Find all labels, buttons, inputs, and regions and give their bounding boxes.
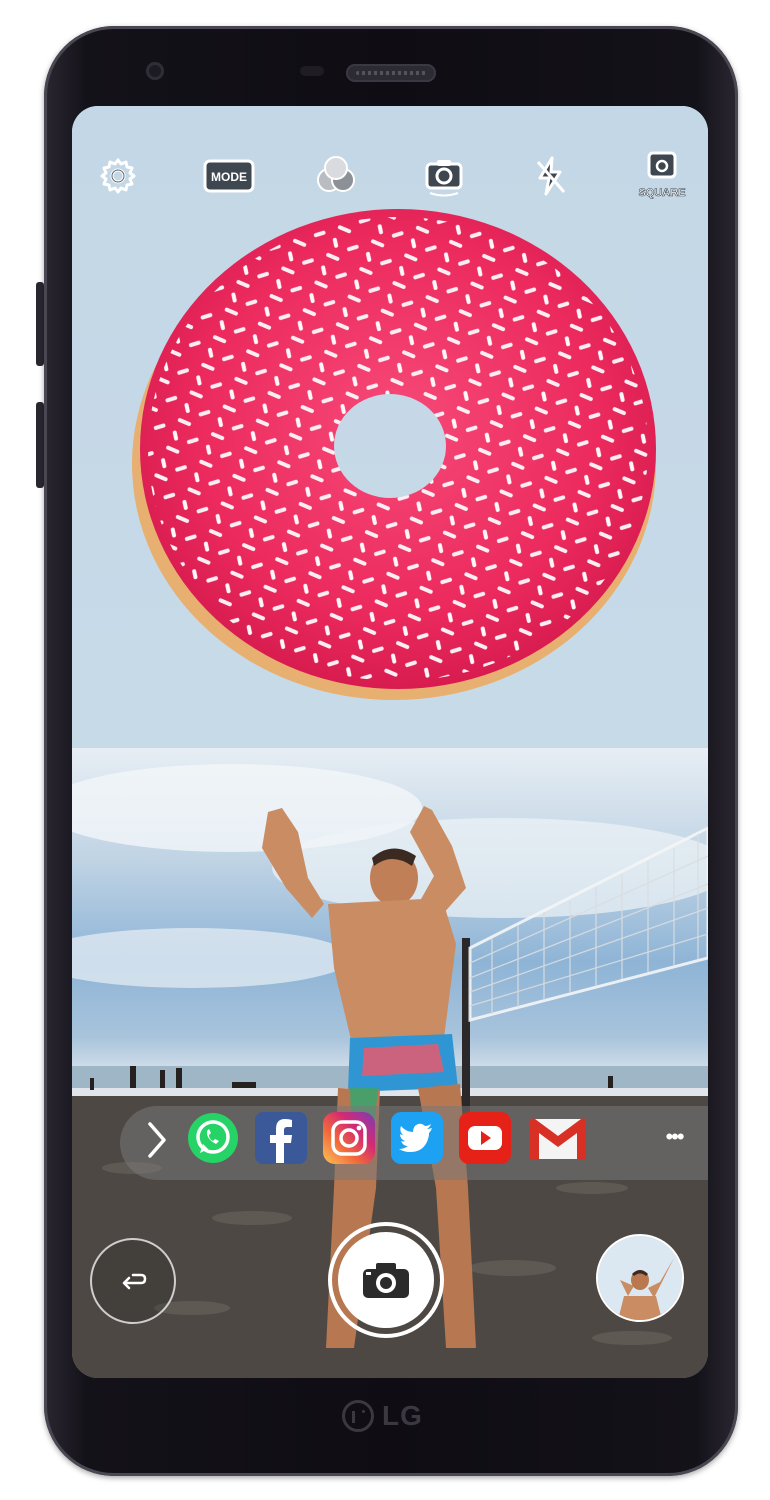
shutter-button[interactable] <box>328 1222 444 1338</box>
brand-logo: LG <box>342 1400 423 1432</box>
youtube-icon <box>459 1112 511 1164</box>
shutter-inner <box>338 1232 434 1328</box>
square-mode-icon: SQUARE <box>638 151 686 199</box>
filter-button[interactable] <box>314 154 358 198</box>
front-camera-lens <box>146 62 164 80</box>
proximity-sensor <box>300 66 324 76</box>
lg-logo-icon <box>342 1400 374 1432</box>
mode-icon: MODE <box>203 159 255 193</box>
earpiece-speaker <box>346 64 436 82</box>
camera-icon <box>363 1263 409 1298</box>
camera-switch-icon <box>425 160 463 197</box>
share-instagram-button[interactable] <box>322 1111 376 1165</box>
gallery-preview-image <box>598 1236 682 1320</box>
svg-text:SQUARE: SQUARE <box>638 187 685 199</box>
camera-viewfinder[interactable]: MODE SQUARE ••• <box>72 106 708 1378</box>
share-twitter-button[interactable] <box>390 1111 444 1165</box>
share-whatsapp-button[interactable] <box>186 1111 240 1165</box>
facebook-icon <box>255 1112 307 1164</box>
gallery-thumbnail[interactable] <box>596 1234 684 1322</box>
settings-button[interactable] <box>96 154 140 198</box>
more-icon: ••• <box>665 1124 684 1149</box>
switch-camera-button[interactable] <box>422 154 466 198</box>
square-mode-button[interactable]: SQUARE <box>634 150 690 202</box>
volume-down-button[interactable] <box>36 402 44 488</box>
share-more-button[interactable]: ••• <box>652 1122 696 1152</box>
donut-photo <box>132 209 656 700</box>
svg-text:MODE: MODE <box>211 170 247 184</box>
flash-off-icon <box>536 156 566 196</box>
chevron-right-icon <box>148 1122 166 1158</box>
share-youtube-button[interactable] <box>458 1111 512 1165</box>
back-arrow-icon <box>122 1273 147 1290</box>
share-bar-expand-button[interactable] <box>142 1118 172 1162</box>
gear-icon <box>100 158 136 194</box>
mode-button[interactable]: MODE <box>202 154 256 198</box>
brand-name: LG <box>382 1400 423 1431</box>
top-preview: MODE SQUARE <box>72 106 708 748</box>
instagram-icon <box>323 1112 375 1164</box>
flash-button[interactable] <box>528 154 572 198</box>
back-button[interactable] <box>90 1238 176 1324</box>
filter-icon <box>317 156 355 192</box>
whatsapp-icon <box>188 1113 238 1163</box>
share-gmail-button[interactable] <box>526 1111 590 1165</box>
share-facebook-button[interactable] <box>254 1111 308 1165</box>
volume-up-button[interactable] <box>36 282 44 366</box>
gmail-icon <box>530 1118 586 1159</box>
twitter-icon <box>391 1112 443 1164</box>
